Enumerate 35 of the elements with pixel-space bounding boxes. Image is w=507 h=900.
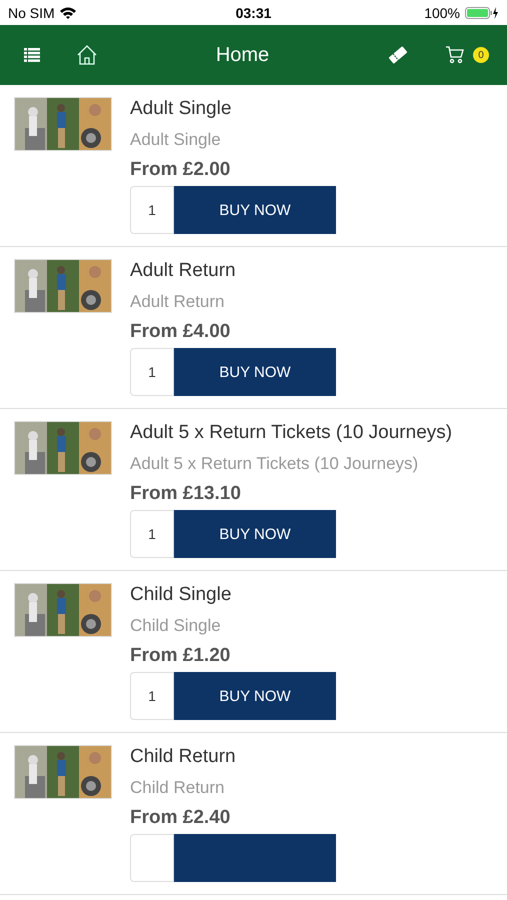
product-title: Adult Return	[130, 259, 237, 283]
product-title: Adult Single	[130, 97, 232, 121]
product-subtitle: Adult 5 x Return Tickets (10 Journeys)	[130, 453, 420, 475]
quantity-field[interactable]: 1	[130, 348, 174, 396]
battery-icon	[465, 6, 499, 18]
quantity-field[interactable]: 1	[130, 510, 174, 558]
product-title: Adult 5 x Return Tickets (10 Journeys)	[130, 421, 454, 445]
quantity-field[interactable]: 1	[130, 186, 174, 234]
buy-now-button[interactable]: BUY NOW	[174, 672, 336, 720]
page-title: Home	[214, 44, 270, 66]
product-price: From £13.10	[130, 482, 242, 506]
product-price: From £4.00	[130, 320, 232, 344]
product-subtitle: Adult Single	[130, 129, 222, 151]
wifi-icon	[60, 6, 76, 18]
product-subtitle: Adult Return	[130, 291, 226, 313]
cart-count-badge: 0	[473, 47, 489, 63]
product-subtitle: Child Return	[130, 777, 226, 799]
cart-icon	[445, 46, 465, 64]
product-title: Child Return	[130, 745, 237, 769]
quantity-field[interactable]	[130, 834, 174, 882]
carrier-label: No SIM	[8, 4, 55, 20]
buy-now-button[interactable]: BUY NOW	[174, 186, 336, 234]
cart-button[interactable]: 0	[441, 42, 493, 68]
buy-now-button[interactable]: BUY NOW	[174, 510, 336, 558]
quantity-field[interactable]: 1	[130, 672, 174, 720]
buy-now-button[interactable]: BUY NOW	[174, 348, 336, 396]
clock: 03:31	[236, 4, 272, 20]
product-price: From £2.00	[130, 158, 232, 182]
product-price: From £1.20	[130, 644, 232, 668]
home-icon	[76, 44, 98, 66]
list-icon	[24, 48, 40, 62]
product-subtitle: Child Single	[130, 615, 222, 637]
product-title: Child Single	[130, 583, 232, 607]
battery-percent: 100%	[424, 4, 460, 20]
product-price: From £2.40	[130, 806, 232, 830]
